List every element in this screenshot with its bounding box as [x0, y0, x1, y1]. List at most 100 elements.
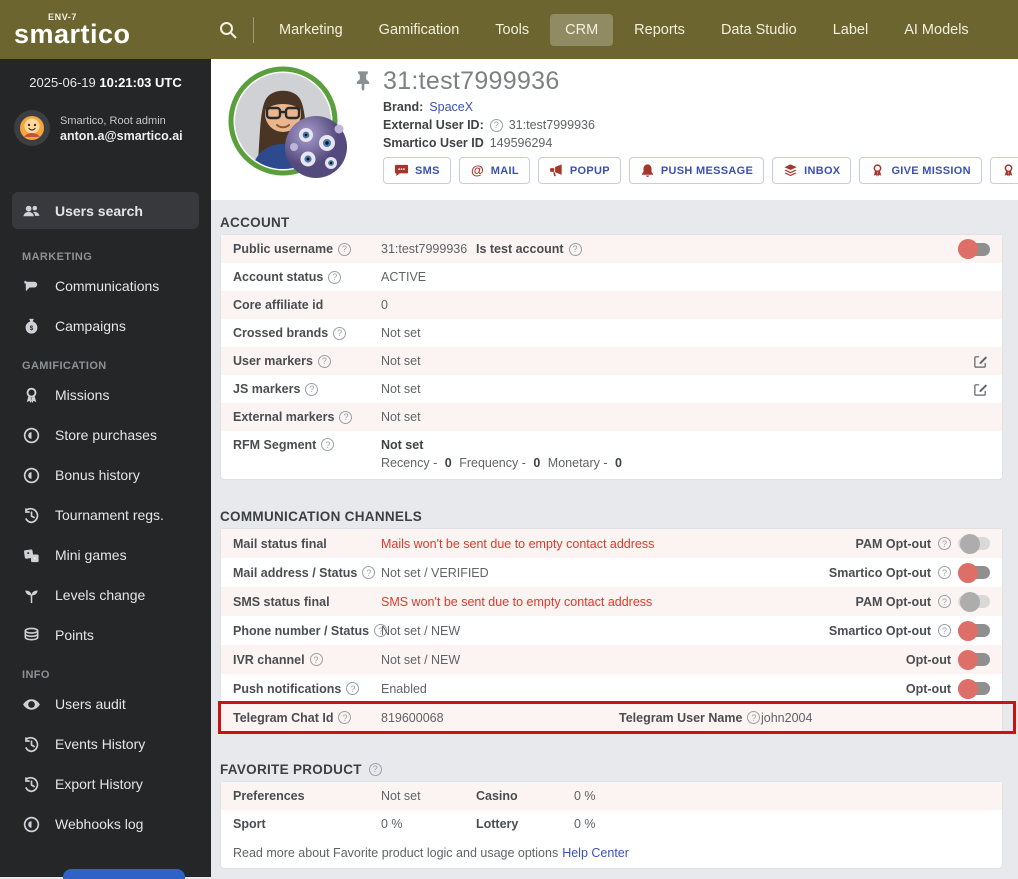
- table-row: Mail status final Mails won't be sent du…: [221, 529, 1002, 558]
- sidebar-item-webhooks-log[interactable]: Webhooks log: [12, 804, 199, 844]
- server-datetime: 2025-06-19 10:21:03 UTC: [12, 75, 199, 90]
- sidebar-item-mini-games[interactable]: Mini games: [12, 535, 199, 575]
- user-email: anton.a@smartico.ai: [60, 128, 183, 143]
- app-logo[interactable]: ENV-7 smartico: [0, 12, 211, 49]
- sidebar-item-users-audit[interactable]: Users audit: [12, 684, 199, 724]
- help-icon[interactable]: [328, 270, 342, 284]
- table-row: External markers Not set: [221, 403, 1002, 431]
- edit-js-markers-button[interactable]: [973, 382, 1002, 397]
- is-test-account-toggle[interactable]: [958, 239, 990, 259]
- divider: [253, 16, 254, 43]
- nav-item-reports[interactable]: Reports: [619, 14, 700, 46]
- search-button[interactable]: [211, 13, 245, 47]
- help-icon[interactable]: [338, 711, 352, 724]
- medal-icon: [1001, 163, 1016, 178]
- coins-icon: [22, 626, 41, 645]
- give-bonus-button[interactable]: GIVE BONUS: [989, 157, 1018, 184]
- favorite-product-card: Preferences Not set Casino 0 % Sport 0 %…: [220, 781, 1003, 869]
- campaign-icon: [22, 277, 41, 296]
- help-icon[interactable]: [938, 595, 951, 608]
- table-row: IVR channel Not set / NEW Opt-out: [221, 645, 1002, 674]
- help-icon[interactable]: [362, 566, 376, 579]
- opt-out-toggle[interactable]: [958, 649, 990, 670]
- nav-item-data-studio[interactable]: Data Studio: [706, 14, 812, 46]
- sidebar-bottom-button[interactable]: [63, 869, 185, 879]
- nav-item-ai-models[interactable]: AI Models: [889, 14, 983, 46]
- sidebar-item-points[interactable]: Points: [12, 615, 199, 655]
- help-icon[interactable]: [747, 711, 761, 724]
- sidebar-item-tournament-regs[interactable]: Tournament regs.: [12, 495, 199, 535]
- brand-link[interactable]: SpaceX: [429, 100, 473, 114]
- opt-out-toggle[interactable]: [958, 678, 990, 699]
- nav-item-gamification[interactable]: Gamification: [364, 14, 475, 46]
- bell-icon: [640, 163, 655, 178]
- push-message-button[interactable]: PUSH MESSAGE: [628, 157, 765, 184]
- megaphone-icon: [549, 163, 564, 178]
- help-icon[interactable]: [938, 624, 951, 637]
- mail-button[interactable]: @ MAIL: [458, 157, 530, 184]
- history-icon: [22, 506, 41, 525]
- at-icon: @: [470, 163, 485, 178]
- circle-dot-icon: [22, 466, 41, 485]
- sidebar-item-communications[interactable]: Communications: [12, 266, 199, 306]
- smartico-opt-out-toggle[interactable]: [958, 620, 990, 641]
- help-center-link[interactable]: Help Center: [562, 846, 629, 860]
- sidebar-item-bonus-history[interactable]: Bonus history: [12, 455, 199, 495]
- sidebar-item-missions[interactable]: Missions: [12, 375, 199, 415]
- nav-item-crm[interactable]: CRM: [550, 13, 614, 46]
- sidebar-item-levels-change[interactable]: Levels change: [12, 575, 199, 615]
- help-icon[interactable]: [489, 118, 503, 132]
- nav-item-tools[interactable]: Tools: [480, 14, 544, 46]
- main-nav: Marketing Gamification Tools CRM Reports…: [264, 13, 984, 46]
- help-icon[interactable]: [938, 537, 951, 550]
- help-icon[interactable]: [568, 242, 582, 256]
- section-title-favorite-product: FAVORITE PRODUCT: [220, 759, 1003, 779]
- svg-text:@: @: [471, 163, 484, 178]
- section-title-communication: COMMUNICATION CHANNELS: [220, 508, 423, 524]
- help-icon[interactable]: [321, 438, 335, 451]
- help-icon[interactable]: [339, 410, 353, 424]
- pam-opt-out-toggle[interactable]: [958, 533, 990, 554]
- help-icon[interactable]: [309, 653, 323, 666]
- avatar: [14, 110, 50, 146]
- logo-text: smartico: [14, 19, 131, 49]
- table-row: Mail address / Status Not set / VERIFIED…: [221, 558, 1002, 587]
- sidebar-item-export-history[interactable]: Export History: [12, 764, 199, 804]
- table-row: Account status ACTIVE: [221, 263, 1002, 291]
- sidebar: 2025-06-19 10:21:03 UTC Smartico, Root a…: [0, 59, 211, 879]
- popup-button[interactable]: POPUP: [537, 157, 621, 184]
- give-mission-button[interactable]: GIVE MISSION: [859, 157, 982, 184]
- chat-icon: [394, 163, 409, 178]
- help-icon[interactable]: [346, 682, 360, 695]
- help-icon[interactable]: [938, 566, 951, 579]
- edit-user-markers-button[interactable]: [973, 354, 1002, 369]
- main-content: 31:test7999936 Brand: SpaceX External Us…: [211, 59, 1018, 877]
- sidebar-item-events-history[interactable]: Events History: [12, 724, 199, 764]
- pushpin-icon[interactable]: [352, 69, 374, 93]
- help-icon[interactable]: [305, 382, 319, 396]
- inbox-button[interactable]: INBOX: [772, 157, 852, 184]
- user-role: Smartico, Root admin: [60, 114, 166, 127]
- date-label: 2025-06-19: [29, 75, 96, 90]
- help-icon[interactable]: [317, 354, 331, 368]
- help-icon[interactable]: [333, 326, 347, 340]
- smartico-opt-out-toggle[interactable]: [958, 562, 990, 583]
- help-icon[interactable]: [368, 762, 382, 776]
- table-row: SMS status final SMS won't be sent due t…: [221, 587, 1002, 616]
- pam-opt-out-toggle[interactable]: [958, 591, 990, 612]
- help-icon[interactable]: [338, 242, 352, 256]
- favorite-product-footer: Read more about Favorite product logic a…: [233, 846, 629, 860]
- sms-button[interactable]: SMS: [383, 157, 451, 184]
- current-user[interactable]: Smartico, Root admin anton.a@smartico.ai: [14, 110, 199, 146]
- sidebar-item-campaigns[interactable]: $ Campaigns: [12, 306, 199, 346]
- sidebar-item-users-search[interactable]: Users search: [12, 192, 199, 229]
- nav-item-marketing[interactable]: Marketing: [264, 14, 358, 46]
- eye-icon: [22, 695, 41, 714]
- branch-icon: [22, 586, 41, 605]
- avatar-badge-orb: [284, 115, 348, 179]
- nav-item-label[interactable]: Label: [818, 14, 883, 46]
- sidebar-item-store-purchases[interactable]: Store purchases: [12, 415, 199, 455]
- table-row: RFM Segment Not set Recency - 0 Frequenc…: [221, 431, 1002, 479]
- sidebar-section-info: INFO: [22, 669, 50, 681]
- table-row: Preferences Not set Casino 0 %: [221, 782, 1002, 810]
